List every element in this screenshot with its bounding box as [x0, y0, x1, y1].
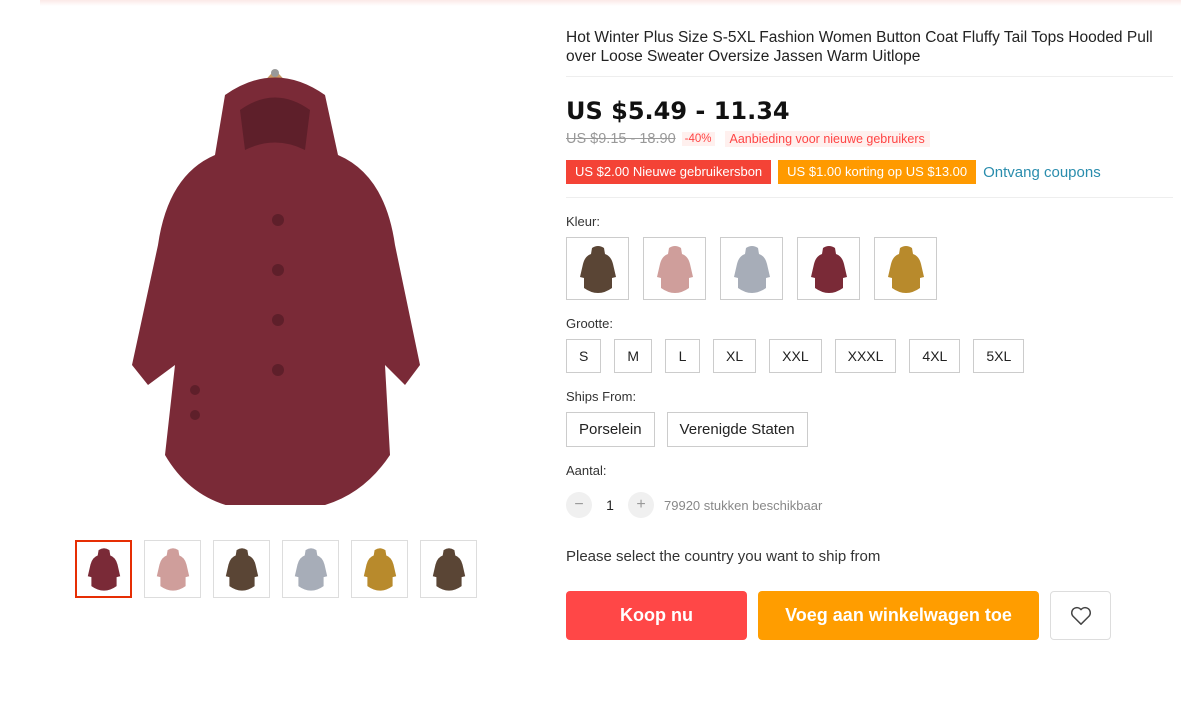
thumbnail-5[interactable]: [351, 540, 408, 598]
size-option[interactable]: XL: [713, 339, 757, 373]
coat-thumbnail-icon: [887, 245, 924, 293]
quantity-stepper: − 1 + 79920 stukken beschikbaar: [566, 492, 1173, 518]
coat-thumbnail-icon: [432, 548, 465, 591]
ship-note: Please select the country you want to sh…: [566, 548, 881, 565]
coat-thumbnail-icon: [656, 245, 693, 293]
main-product-image[interactable]: [100, 40, 450, 520]
ships-from-option[interactable]: Verenigde Staten: [666, 412, 808, 447]
size-option[interactable]: S: [566, 339, 602, 373]
thumbnail-gallery: [75, 540, 477, 598]
color-option-wine[interactable]: [797, 237, 860, 300]
coat-thumbnail-icon: [156, 548, 189, 591]
size-label: Grootte:: [566, 316, 613, 331]
size-options: S M L XL XXL XXXL 4XL 5XL: [566, 339, 1173, 373]
thumbnail-4[interactable]: [282, 540, 339, 598]
coat-thumbnail-icon: [579, 245, 616, 293]
coupon-row: US $2.00 Nieuwe gebruikersbon US $1.00 k…: [566, 160, 1173, 198]
coat-image: [132, 69, 420, 505]
heart-icon: [1070, 606, 1091, 625]
size-option[interactable]: L: [665, 339, 701, 373]
size-option[interactable]: M: [614, 339, 653, 373]
product-title: Hot Winter Plus Size S-5XL Fashion Women…: [566, 28, 1173, 77]
discount-badge: -40%: [681, 132, 715, 146]
original-price-row: US $9.15 - 18.90 -40% Aanbieding voor ni…: [566, 131, 1173, 147]
coat-thumbnail-icon: [733, 245, 770, 293]
thumbnail-6[interactable]: [420, 540, 477, 598]
color-option-coffee[interactable]: [566, 237, 629, 300]
new-user-coupon[interactable]: US $2.00 Nieuwe gebruikersbon: [566, 160, 772, 184]
buy-now-button[interactable]: Koop nu: [566, 591, 747, 640]
stock-available: 79920 stukken beschikbaar: [664, 497, 823, 513]
add-to-cart-button[interactable]: Voeg aan winkelwagen toe: [758, 591, 1039, 640]
quantity-value[interactable]: 1: [592, 497, 628, 513]
promo-badge: Aanbieding voor nieuwe gebruikers: [724, 131, 930, 147]
size-option[interactable]: XXXL: [834, 339, 897, 373]
thumbnail-1[interactable]: [75, 540, 132, 598]
size-option[interactable]: 4XL: [909, 339, 961, 373]
ships-from-label: Ships From:: [566, 389, 637, 404]
quantity-increase-button[interactable]: +: [628, 492, 654, 518]
get-coupons-link[interactable]: Ontvang coupons: [983, 164, 1101, 181]
size-option[interactable]: XXL: [769, 339, 822, 373]
coat-thumbnail-icon: [225, 548, 258, 591]
thumbnail-3[interactable]: [213, 540, 270, 598]
coat-thumbnail-icon: [810, 245, 847, 293]
color-option-pink[interactable]: [643, 237, 706, 300]
price: US $5.49 - 11.34: [566, 97, 790, 125]
quantity-decrease-button[interactable]: −: [566, 492, 592, 518]
coat-thumbnail-icon: [87, 548, 120, 591]
color-label: Kleur:: [566, 214, 600, 229]
coat-thumbnail-icon: [363, 548, 396, 591]
original-price: US $9.15 - 18.90: [566, 131, 676, 147]
product-info: Hot Winter Plus Size S-5XL Fashion Women…: [566, 28, 1173, 640]
size-option[interactable]: 5XL: [973, 339, 1025, 373]
ships-from-options: Porselein Verenigde Staten: [566, 412, 1173, 447]
discount-coupon[interactable]: US $1.00 korting op US $13.00: [778, 160, 977, 184]
ships-from-option[interactable]: Porselein: [566, 412, 655, 447]
thumbnail-2[interactable]: [144, 540, 201, 598]
color-option-khaki[interactable]: [874, 237, 937, 300]
top-border: [40, 0, 1181, 6]
action-buttons: Koop nu Voeg aan winkelwagen toe: [566, 591, 1173, 640]
color-option-gray[interactable]: [720, 237, 783, 300]
color-options: [566, 237, 1173, 300]
coat-thumbnail-icon: [294, 548, 327, 591]
wishlist-button[interactable]: [1050, 591, 1111, 640]
quantity-label: Aantal:: [566, 463, 607, 478]
